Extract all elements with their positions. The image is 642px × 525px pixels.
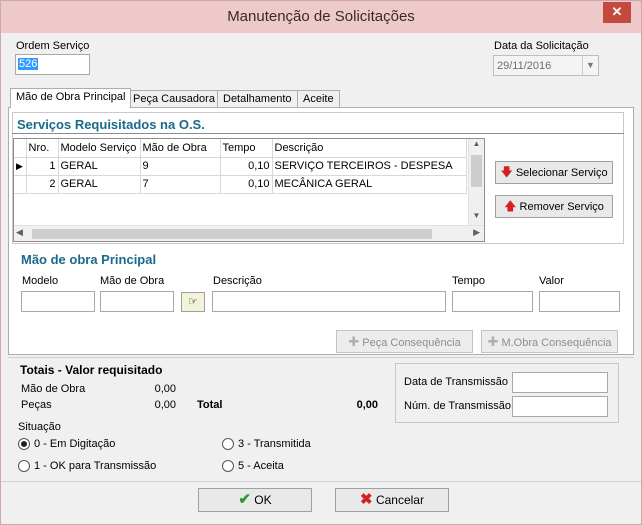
servicos-grid[interactable]: Nro. Modelo Serviço Mão de Obra Tempo De…	[13, 138, 485, 242]
tab-aceite[interactable]: Aceite	[297, 90, 340, 108]
mobra-consequencia-button[interactable]: ✚ M.Obra Consequência	[481, 330, 618, 353]
totais-title: Totais - Valor requisitado	[20, 363, 163, 377]
servicos-divider	[12, 133, 624, 134]
row-indicator-header	[14, 139, 27, 158]
scroll-right-icon[interactable]: ▶	[473, 227, 480, 238]
selecionar-servico-button[interactable]: 🡇 Selecionar Serviço	[495, 161, 613, 184]
plus-icon: ✚	[487, 334, 499, 349]
tab-mao-de-obra-principal[interactable]: Mão de Obra Principal	[10, 88, 132, 108]
plus-icon: ✚	[348, 334, 360, 349]
cell-mao: 9	[140, 157, 221, 176]
radio-em-digitacao-label[interactable]: 0 - Em Digitação	[34, 438, 115, 450]
total-value: 0,00	[356, 399, 378, 411]
descricao-input[interactable]	[212, 291, 446, 312]
radio-ok-transmissao[interactable]	[18, 460, 30, 472]
radio-aceita[interactable]	[222, 460, 234, 472]
data-transmissao-input[interactable]	[512, 372, 608, 393]
pointing-hand-icon: ☞	[188, 296, 198, 308]
totais-pecas-value: 0,00	[154, 399, 176, 411]
mao-obra-title: Mão de obra Principal	[21, 252, 157, 267]
cell-mao: 7	[140, 175, 221, 194]
radio-ok-transmissao-label[interactable]: 1 - OK para Transmissão	[34, 460, 156, 472]
radio-transmitida-label[interactable]: 3 - Transmitida	[238, 438, 311, 450]
valor-label: Valor	[539, 275, 564, 287]
num-transmissao-input[interactable]	[512, 396, 608, 417]
data-solicitacao-value: 29/11/2016	[497, 60, 552, 72]
cell-modelo: GERAL	[58, 157, 141, 176]
horizontal-scrollbar[interactable]: ◀ ▶	[14, 225, 484, 241]
grid-header-row: Nro. Modelo Serviço Mão de Obra Tempo De…	[14, 139, 467, 158]
mao-obra-input[interactable]	[100, 291, 174, 312]
ordem-servico-field[interactable]: 526	[15, 54, 90, 75]
column-header[interactable]: Mão de Obra	[140, 139, 221, 158]
totais-mao-value: 0,00	[154, 383, 176, 395]
column-header[interactable]: Modelo Serviço	[58, 139, 141, 158]
scroll-down-icon[interactable]: ▼	[469, 211, 484, 225]
data-solicitacao-field[interactable]: 29/11/2016 ▼	[493, 55, 599, 76]
cell-descricao: SERVIÇO TERCEIROS - DESPESA	[272, 157, 467, 176]
data-solicitacao-label: Data da Solicitação	[494, 40, 589, 52]
arrow-up-red-icon: 🡅	[504, 199, 517, 213]
tab-peca-causadora[interactable]: Peça Causadora	[127, 90, 221, 108]
cancelar-button[interactable]: ✖ Cancelar	[335, 488, 449, 512]
modelo-label: Modelo	[22, 275, 59, 287]
divider	[8, 357, 634, 358]
valor-input[interactable]	[539, 291, 620, 312]
cell-tempo: 0,10	[220, 175, 273, 194]
ordem-servico-value: 526	[18, 58, 39, 70]
radio-transmitida[interactable]	[222, 438, 234, 450]
checkmark-icon: ✔	[238, 491, 251, 508]
arrow-down-red-icon: 🡇	[500, 165, 513, 179]
scroll-thumb[interactable]	[471, 155, 482, 187]
row-indicator-icon: ▶	[14, 157, 27, 176]
totais-pecas-label: Peças	[21, 399, 52, 411]
tempo-label: Tempo	[452, 275, 486, 287]
cell-tempo: 0,10	[220, 157, 273, 176]
scroll-up-icon[interactable]: ▲	[469, 139, 484, 153]
table-row[interactable]: ▶ 1 GERAL 9 0,10 SERVIÇO TERCEIROS - DES…	[14, 157, 467, 176]
total-label: Total	[197, 399, 223, 411]
close-icon: ✕	[611, 4, 623, 19]
column-header[interactable]: Nro.	[26, 139, 59, 158]
modelo-input[interactable]	[21, 291, 95, 312]
chevron-down-icon[interactable]: ▼	[582, 56, 598, 75]
scroll-left-icon[interactable]: ◀	[16, 227, 23, 238]
ordem-servico-label: Ordem Serviço	[16, 40, 90, 52]
column-header[interactable]: Descrição	[272, 139, 467, 158]
situacao-label: Situação	[18, 421, 61, 433]
cell-descricao: MECÂNICA GERAL	[272, 175, 467, 194]
radio-em-digitacao[interactable]	[18, 438, 30, 450]
tab-detalhamento[interactable]: Detalhamento	[217, 90, 298, 108]
ok-button[interactable]: ✔ OK	[198, 488, 312, 512]
remover-servico-button[interactable]: 🡅 Remover Serviço	[495, 195, 613, 218]
descricao-label: Descrição	[213, 275, 262, 287]
cell-modelo: GERAL	[58, 175, 141, 194]
scroll-thumb-horizontal[interactable]	[32, 229, 432, 239]
cell-nro: 1	[26, 157, 59, 176]
dialog-window: Manutenção de Solicitações ✕ Ordem Servi…	[0, 0, 642, 525]
row-indicator-empty	[14, 175, 27, 194]
radio-aceita-label[interactable]: 5 - Aceita	[238, 460, 284, 472]
footer-divider	[1, 481, 641, 482]
cell-nro: 2	[26, 175, 59, 194]
x-mark-icon: ✖	[360, 491, 373, 508]
num-transmissao-label: Núm. de Transmissão	[404, 400, 511, 412]
vertical-scrollbar[interactable]: ▲ ▼	[468, 139, 484, 225]
table-row[interactable]: 2 GERAL 7 0,10 MECÂNICA GERAL	[14, 175, 467, 194]
column-header[interactable]: Tempo	[220, 139, 273, 158]
mao-obra-label: Mão de Obra	[100, 275, 165, 287]
search-mao-obra-button[interactable]: ☞	[181, 292, 205, 312]
title-bar[interactable]: Manutenção de Solicitações ✕	[1, 1, 641, 33]
window-title: Manutenção de Solicitações	[227, 8, 415, 25]
servicos-title: Serviços Requisitados na O.S.	[17, 117, 205, 132]
tempo-input[interactable]	[452, 291, 533, 312]
totais-mao-label: Mão de Obra	[21, 383, 86, 395]
close-button[interactable]: ✕	[603, 2, 631, 23]
data-transmissao-label: Data de Transmissão	[404, 376, 508, 388]
peca-consequencia-button[interactable]: ✚ Peça Consequência	[336, 330, 473, 353]
